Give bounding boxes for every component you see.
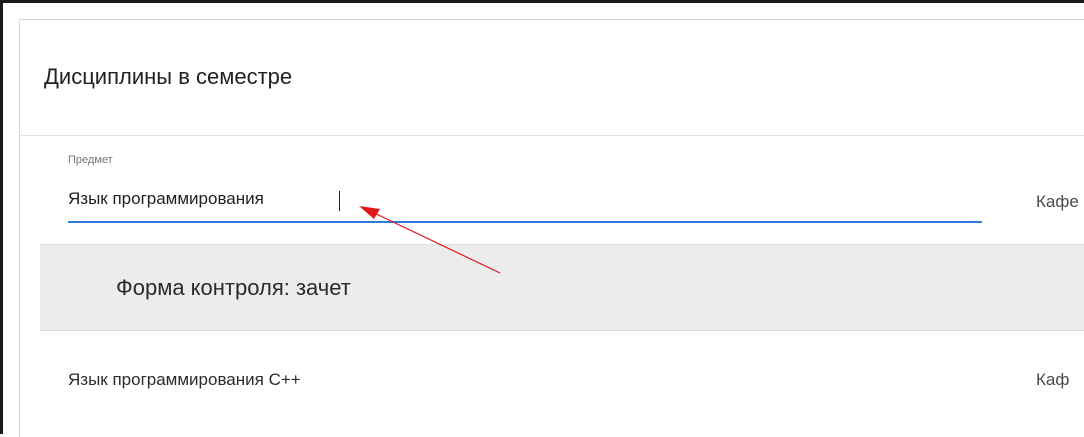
department-column-cell: Каф [1036, 370, 1070, 389]
control-form-row[interactable]: Форма контроля: зачет [40, 244, 1084, 331]
subject-field-label: Предмет [68, 154, 113, 166]
text-caret [339, 191, 340, 211]
title-divider [20, 135, 1084, 136]
panel-title: Дисциплины в семестре [44, 64, 293, 89]
control-form-label: Форма контроля: зачет [116, 275, 351, 300]
discipline-list-item[interactable]: Язык программирования С++ [68, 370, 301, 390]
subject-input-underline [68, 221, 982, 223]
window-frame: Дисциплины в семестре Предмет Кафе Форма… [0, 0, 1084, 437]
department-column-cell: Кафе [1036, 192, 1079, 211]
subject-input[interactable] [68, 186, 982, 212]
semester-disciplines-panel: Дисциплины в семестре Предмет Кафе Форма… [19, 19, 1084, 437]
